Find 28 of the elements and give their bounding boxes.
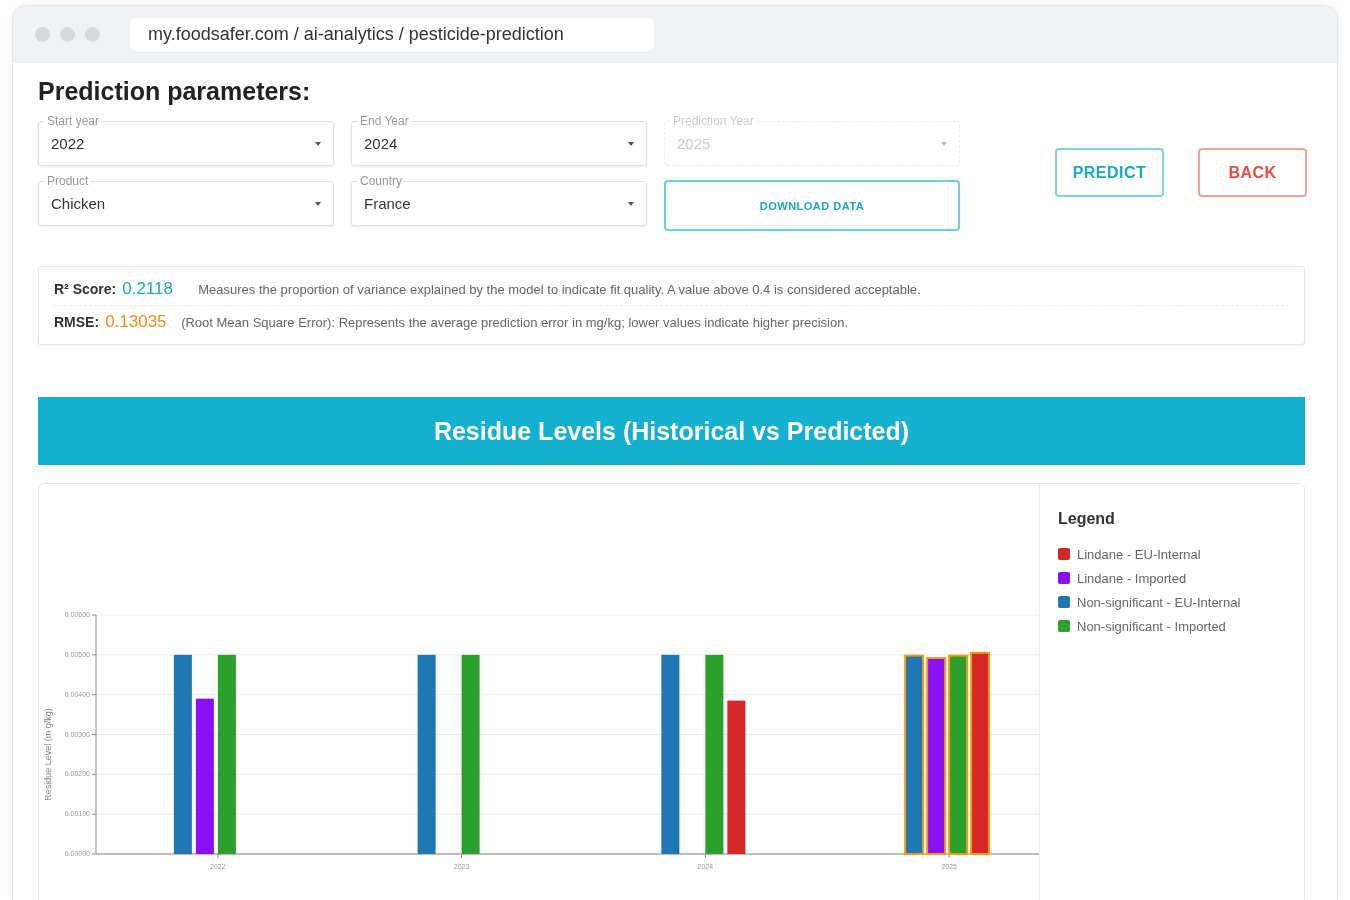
legend-label: Lindane - Imported: [1077, 570, 1187, 586]
y-axis-label: Residue Level (m g/kg): [43, 708, 53, 801]
metric-description: Measures the proportion of variance explained by the model to indicate fit quality. A value above 0.4 is considered acceptable.: [198, 281, 921, 297]
chart-title-banner: Residue Levels (Historical vs Predicted): [38, 397, 1305, 465]
metric-value: 0.2118: [122, 279, 174, 299]
metric-label: R² Score:: [54, 281, 117, 297]
legend-label: Lindane - EU-Internal: [1077, 546, 1201, 562]
select-field[interactable]: Country France: [351, 174, 647, 226]
select-field[interactable]: Start year 2022: [38, 114, 334, 166]
window-dot-icon[interactable]: [85, 27, 100, 42]
caret-icon: [315, 141, 321, 146]
select-field[interactable]: Product Chicken: [38, 174, 334, 226]
legend-title: Legend: [1058, 510, 1116, 528]
legend-label: Non-significant - EU-Internal: [1077, 594, 1241, 610]
caret-icon: [941, 141, 947, 146]
metric-label: RMSE:: [54, 314, 100, 330]
caret-icon: [628, 201, 634, 206]
caret-icon: [315, 201, 321, 206]
window-dot-icon[interactable]: [60, 27, 75, 42]
window-dot-icon[interactable]: [35, 27, 50, 42]
page-heading: Prediction parameters:: [38, 77, 312, 106]
action-button[interactable]: BACK: [1198, 148, 1307, 197]
caret-icon: [628, 141, 634, 146]
metric-description: (Root Mean Square Error): Represents the average prediction error in mg/kg; lower values indicate higher precision.: [181, 314, 849, 330]
legend-label: Non-significant - Imported: [1077, 618, 1226, 634]
address-bar[interactable]: my.foodsafer.com / ai-analytics / pesticide-prediction: [130, 18, 654, 51]
select-field[interactable]: End Year 2024: [351, 114, 647, 166]
metric-value: 0.13035: [105, 312, 168, 332]
